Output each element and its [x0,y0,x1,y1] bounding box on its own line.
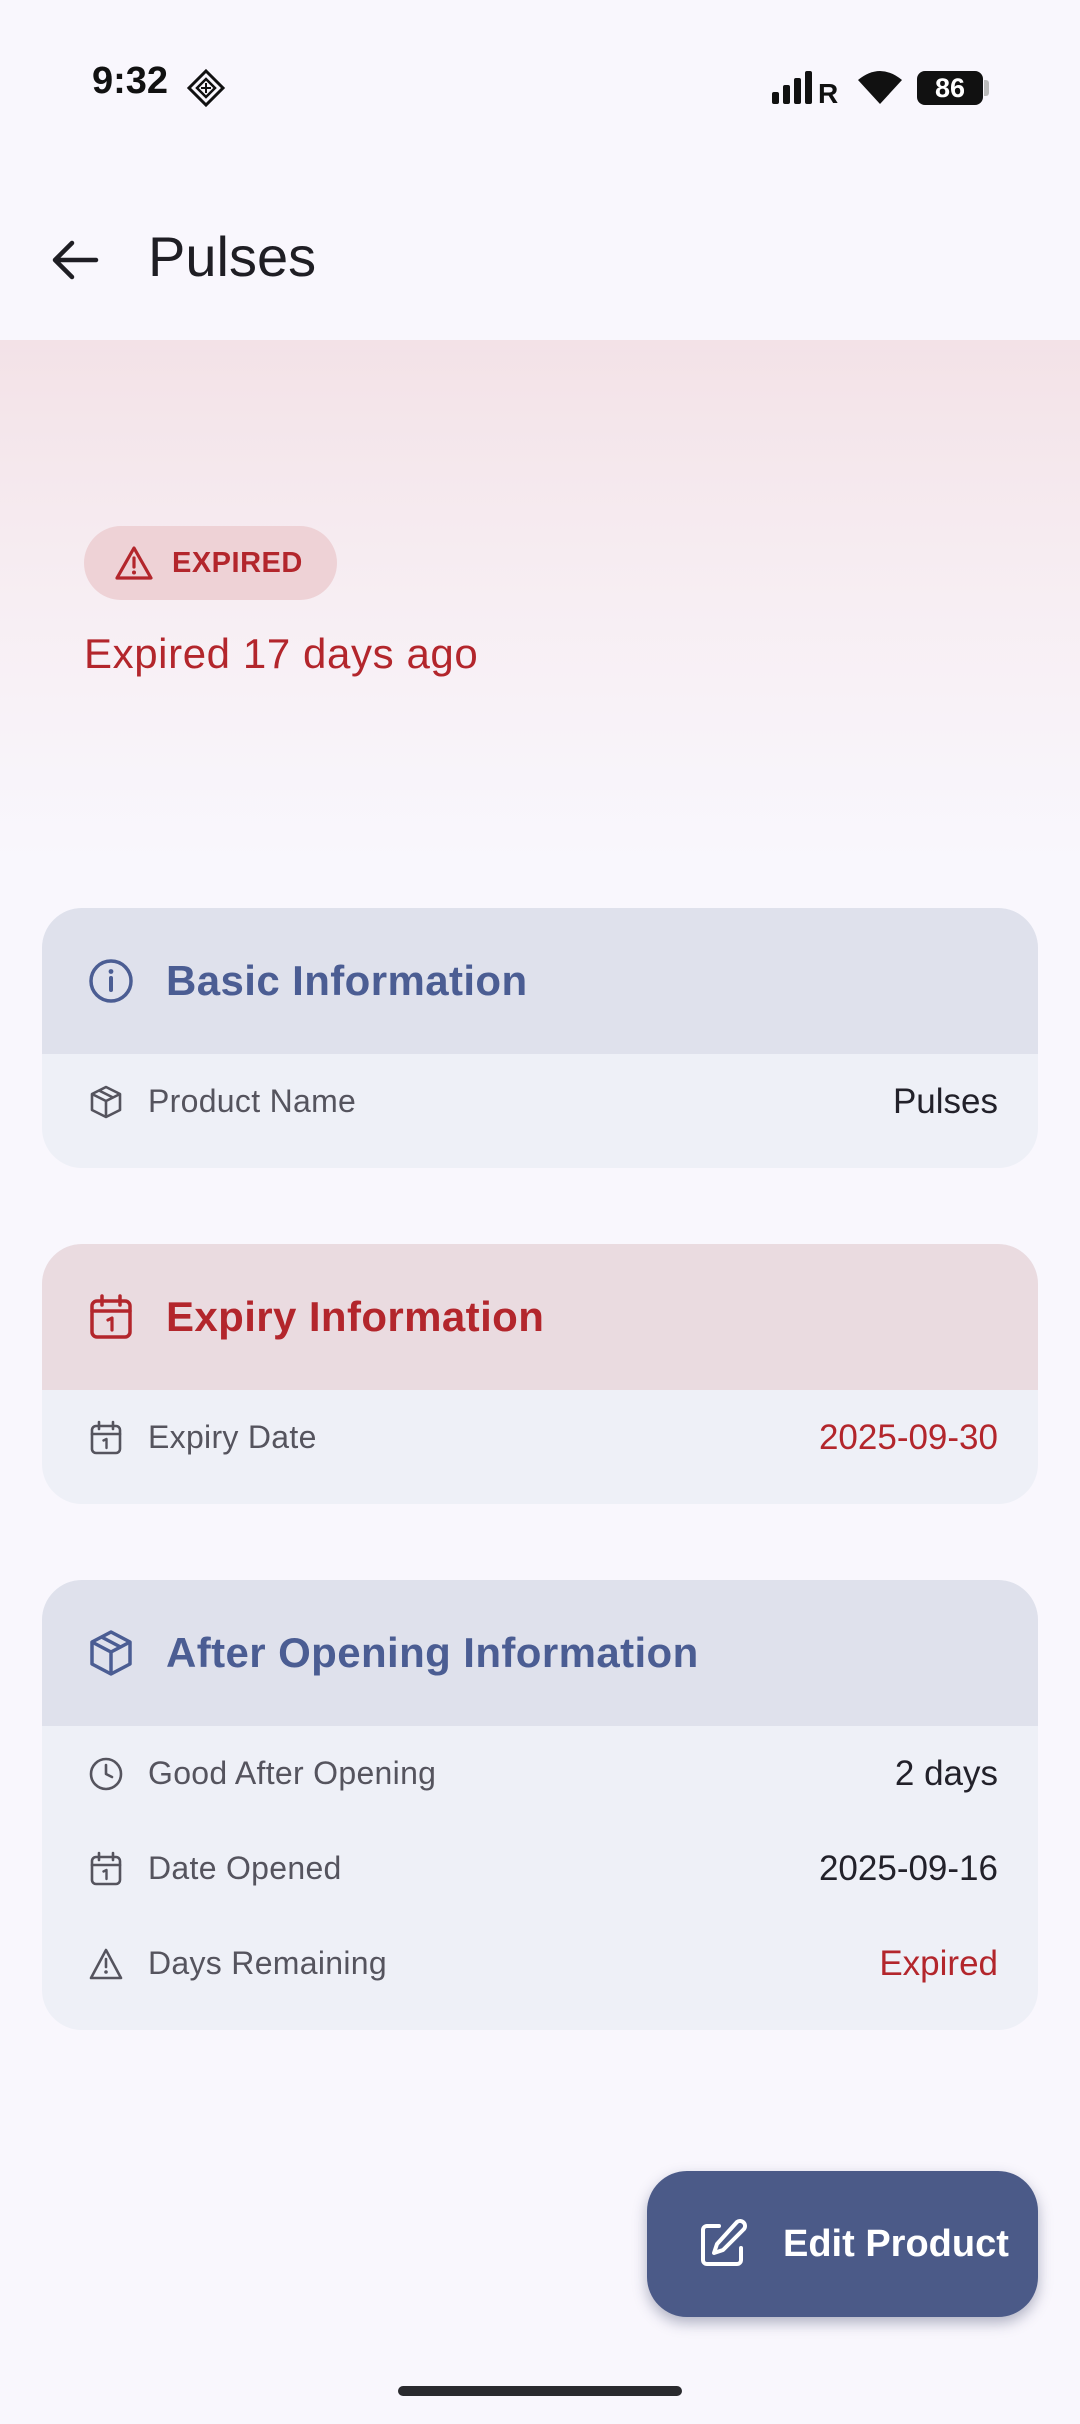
svg-text:R: R [818,78,838,106]
battery-tip [984,80,989,96]
row-label: Days Remaining [148,1945,387,1981]
calendar-icon [90,1294,132,1339]
row-value: 2 days [894,1753,998,1793]
calendar-icon [86,1849,126,1889]
warning-icon [115,546,153,580]
arrow-back-icon [52,240,99,280]
expiry-status-text: Expired 17 days ago [84,630,479,677]
card-title: After Opening Information [166,1629,699,1676]
info-row-good-after-opening: Good After Opening 2 days [42,1726,1038,1821]
row-value: Pulses [892,1081,998,1121]
info-row-days-remaining: Days Remaining Expired [42,1916,1038,2011]
back-button[interactable] [40,225,110,295]
status-hero: EXPIRED Expired 17 days ago [0,340,1080,860]
card-title: Basic Information [166,957,528,1004]
status-time: 9:32 [92,60,169,102]
row-label: Product Name [148,1083,357,1119]
row-label: Expiry Date [148,1419,317,1455]
row-value: 2025-09-16 [818,1848,998,1888]
calendar-icon [86,1418,126,1458]
status-badge-label: EXPIRED [172,546,303,579]
info-icon [89,959,133,1003]
row-label: Good After Opening [148,1755,437,1791]
row-value: Expired [879,1943,998,1983]
card-title: Expiry Information [166,1293,545,1340]
row-label: Date Opened [148,1850,342,1886]
basic-information-card: Basic Information Product Name Pulses [42,908,1038,1168]
home-indicator[interactable] [398,2386,682,2396]
info-row-date-opened: Date Opened 2025-09-16 [42,1821,1038,1916]
wifi-icon [858,71,902,104]
edit-product-label: Edit Product [783,2222,1009,2265]
page-title: Pulses [148,225,317,288]
clock-icon [86,1754,126,1794]
battery-level: 86 [934,73,966,103]
package-icon [90,1630,132,1676]
expiry-information-card: Expiry Information Expiry Date 2025-09-3… [42,1244,1038,1504]
signal-icon: R [772,71,838,106]
status-bar: 9:32 R 86 [0,0,1080,130]
edit-icon [701,2219,747,2266]
edit-product-button[interactable]: Edit Product [647,2171,1038,2317]
info-row-expiry-date: Expiry Date 2025-09-30 [42,1390,1038,1485]
package-icon [86,1082,126,1122]
row-value: 2025-09-30 [818,1417,998,1457]
warning-icon [86,1944,126,1984]
card-header: Expiry Information [42,1244,1038,1390]
after-opening-information-card: After Opening Information Good After Ope… [42,1580,1038,2030]
battery-icon: 86 [917,71,983,105]
screen: 9:32 R 86 Pulses EXPIRED Expired 17 days… [0,0,1080,2424]
card-header: Basic Information [42,908,1038,1054]
card-header: After Opening Information [42,1580,1038,1726]
top-app-bar: Pulses [0,180,1080,340]
status-badge: EXPIRED [84,526,337,600]
app-notification-icon [186,68,226,108]
info-row-product-name: Product Name Pulses [42,1054,1038,1149]
